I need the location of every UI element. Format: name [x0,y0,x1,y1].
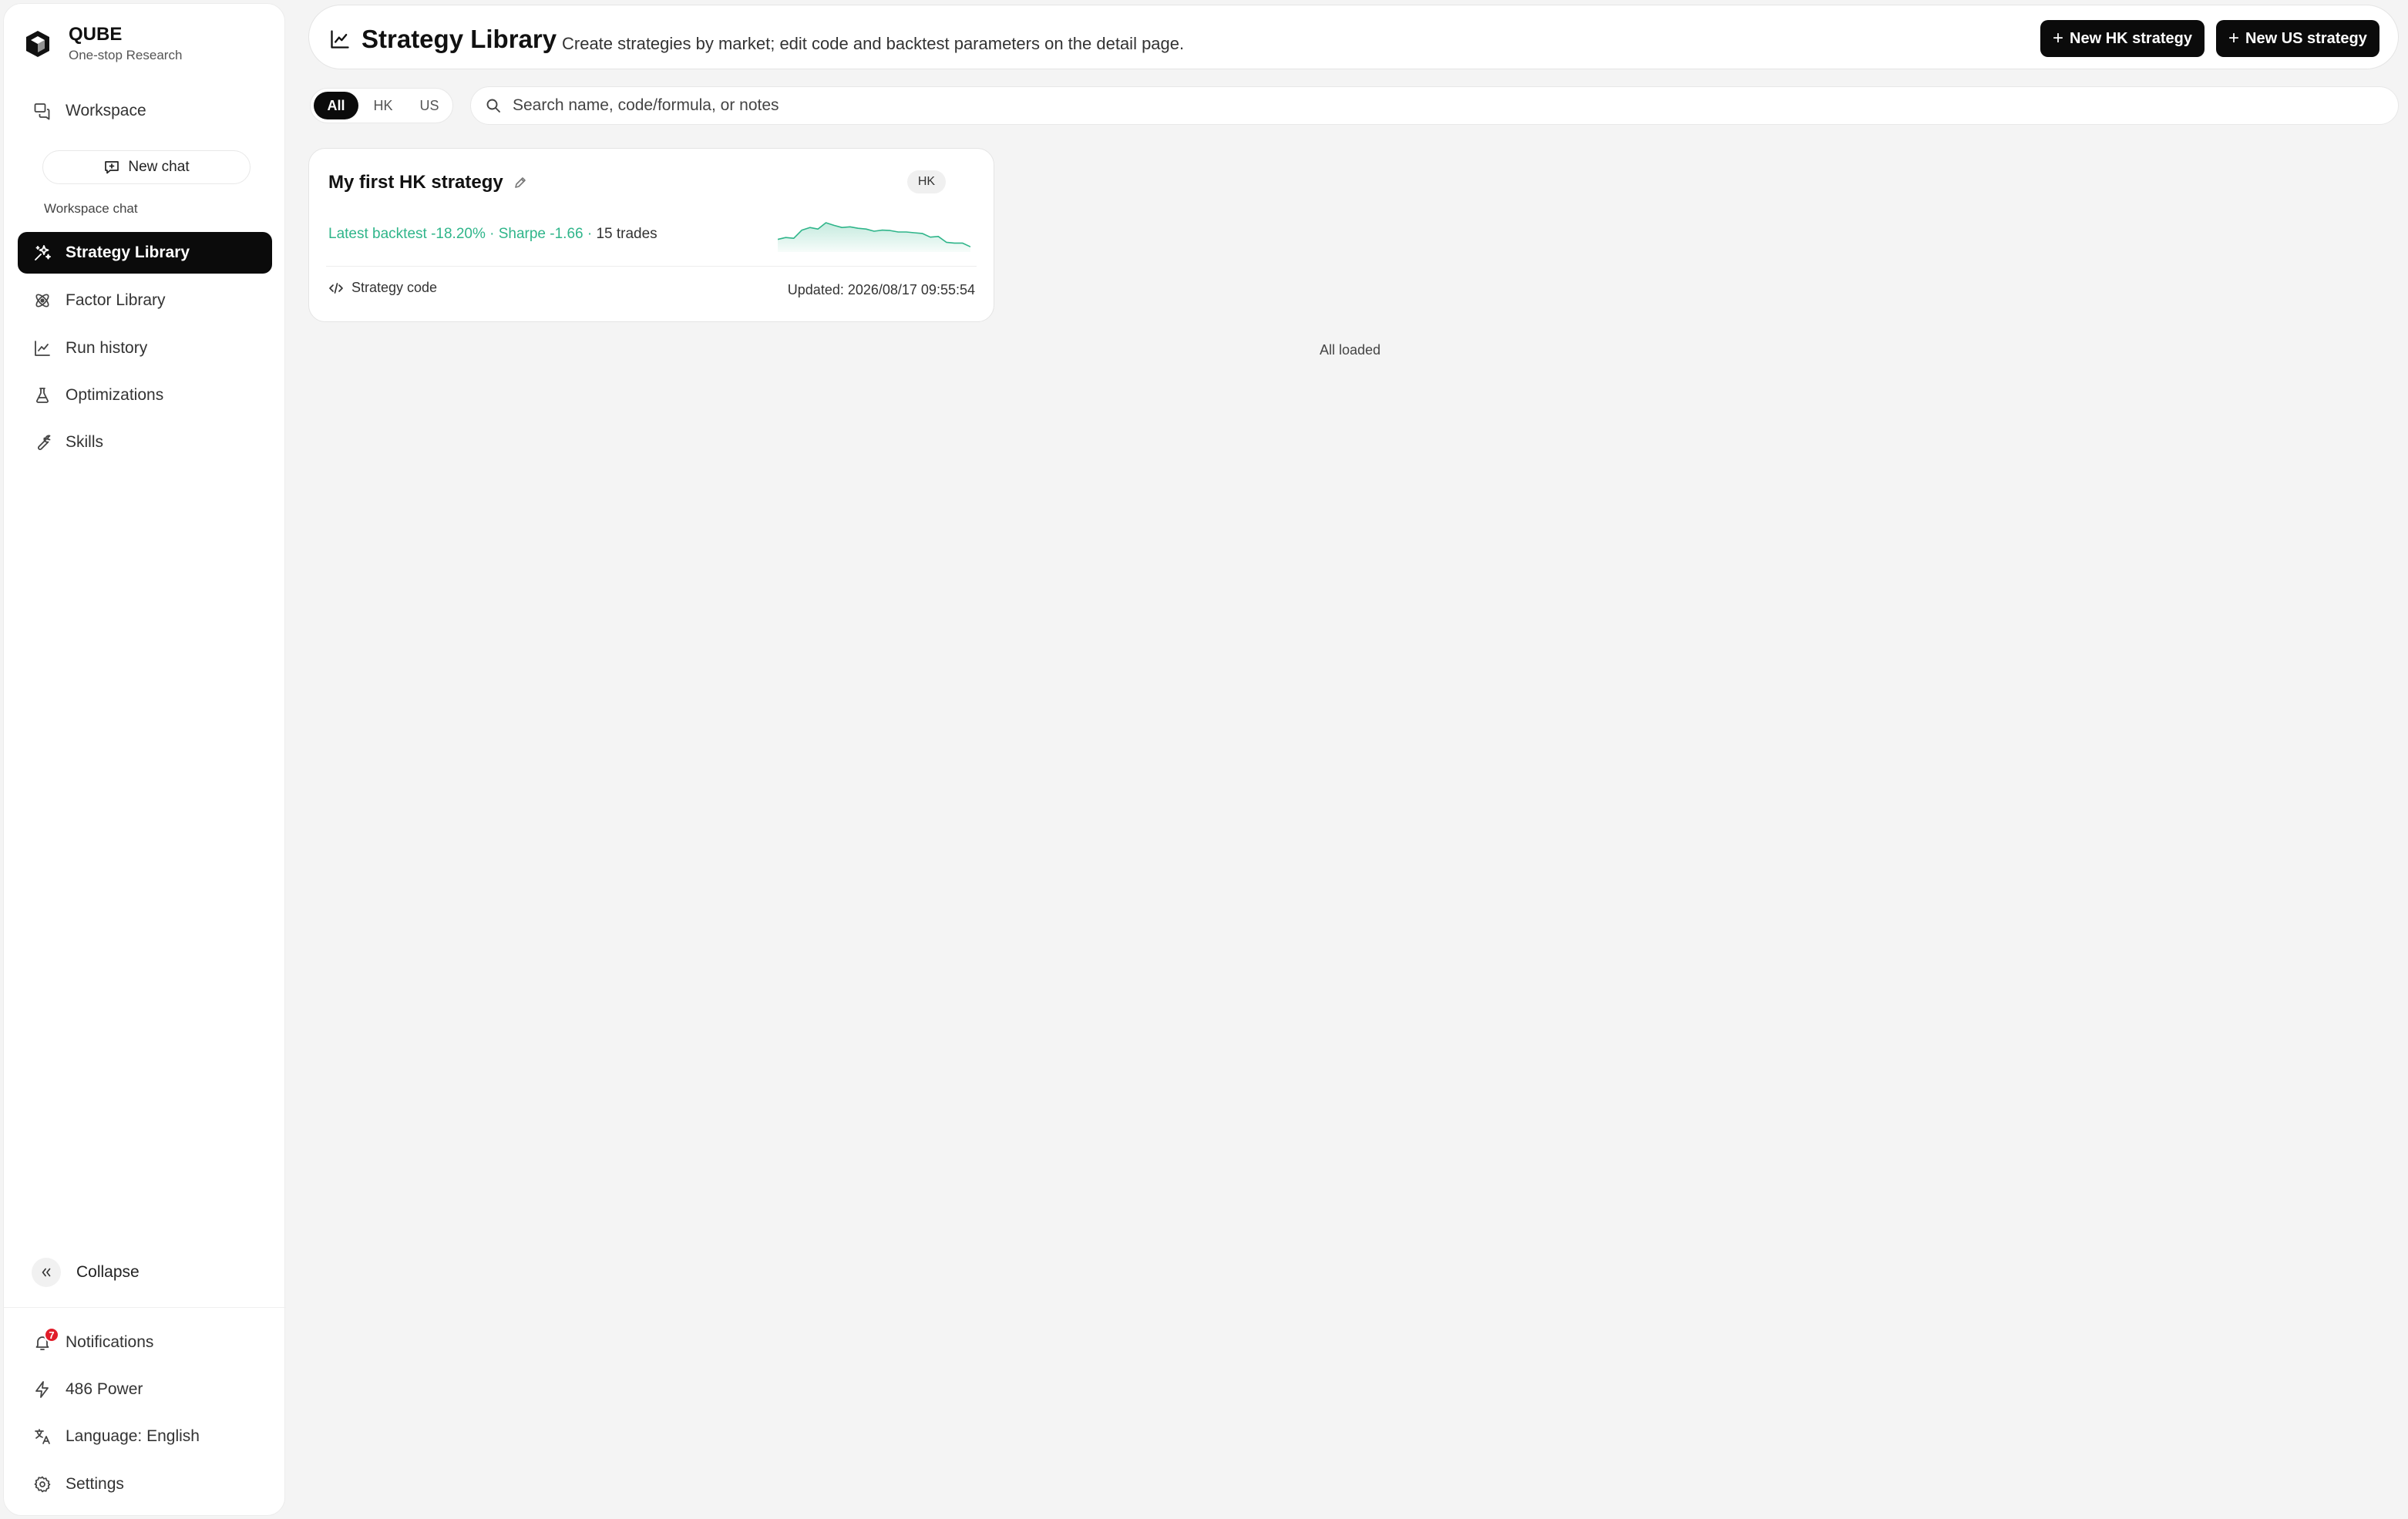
plus-icon: + [2228,28,2240,49]
updated-timestamp: Updated: 2026/08/17 09:55:54 [787,282,975,297]
chat-bubbles-icon [33,102,52,120]
sidebar-item-label: 486 Power [66,1380,143,1398]
filter-tab-hk[interactable]: HK [362,92,405,119]
filter-tab-us[interactable]: US [408,92,451,119]
sparkle-icon [33,244,52,262]
sidebar-item-label: Optimizations [66,386,164,404]
sidebar-item-notifications[interactable]: 7 Notifications [18,1322,272,1363]
atom-icon [33,291,52,310]
search-icon [485,97,502,114]
sidebar-item-label: Factor Library [66,291,166,309]
sidebar-item-label: Language: English [66,1427,200,1445]
sidebar-item-power[interactable]: 486 Power [18,1369,272,1410]
translate-icon [33,1427,52,1446]
sidebar-item-optimizations[interactable]: Optimizations [18,375,272,416]
sidebar-item-label: Skills [66,433,104,451]
sidebar-divider [4,1307,286,1308]
new-us-strategy-button[interactable]: + New US strategy [2216,20,2379,57]
gear-icon [33,1475,52,1494]
market-badge: HK [907,170,946,193]
new-hk-strategy-label: New HK strategy [2070,29,2192,47]
strategy-card[interactable]: My first HK strategy HK Latest backtest … [308,148,994,322]
sidebar-item-factor-library[interactable]: Factor Library [18,280,272,321]
line-chart-icon [33,339,52,358]
notification-count-badge: 7 [44,1327,59,1343]
bell-icon: 7 [33,1327,59,1352]
sidebar-item-language[interactable]: Language: English [18,1416,272,1457]
collapse-label: Collapse [76,1263,140,1281]
list-end-status: All loaded [1320,342,1381,358]
page-header: Strategy Library Create strategies by ma… [308,5,2399,69]
strategy-code-label: Strategy code [351,280,438,295]
strategy-name: My first HK strategy [328,172,503,193]
line-chart-icon [329,29,351,50]
new-chat-icon [103,159,120,176]
lightning-icon [33,1380,52,1399]
chevrons-left-icon [32,1258,61,1287]
sidebar-item-settings[interactable]: Settings [18,1464,272,1505]
sidebar-item-label: Run history [66,339,148,357]
wrench-icon [33,433,52,452]
cube-logo-icon [22,29,53,59]
sidebar-item-workspace[interactable]: Workspace [18,90,272,132]
card-divider [326,266,977,267]
sidebar-item-strategy-library[interactable]: Strategy Library [18,232,272,274]
strategy-code-link[interactable]: Strategy code [328,280,437,296]
backtest-summary: Latest backtest -18.20% · Sharpe -1.66 · [328,226,593,242]
strategy-title-row: My first HK strategy [328,172,528,193]
market-filter: All HK US [310,88,453,123]
sparkline-area [778,223,970,252]
sidebar-item-run-history[interactable]: Run history [18,328,272,369]
trade-count: 15 trades [592,226,657,242]
search-input[interactable] [513,96,2363,115]
sidebar-item-label: Notifications [66,1333,154,1351]
new-chat-button[interactable]: New chat [42,150,251,184]
new-us-strategy-label: New US strategy [2245,29,2367,47]
new-chat-label: New chat [128,159,190,175]
page-subtitle: Create strategies by market; edit code a… [562,34,1185,53]
flask-icon [33,386,52,405]
sidebar-item-skills[interactable]: Skills [18,422,272,463]
brand[interactable]: QUBE One-stop Research [22,21,182,67]
brand-tagline: One-stop Research [69,48,183,62]
sidebar: QUBE One-stop Research Workspace New cha… [3,3,286,1516]
equity-sparkline [778,222,970,252]
sidebar-item-label: Workspace [66,102,146,119]
sidebar-item-label: Strategy Library [66,244,190,261]
brand-name: QUBE [69,24,123,45]
filter-tab-all[interactable]: All [314,92,358,119]
code-icon [328,281,344,296]
workspace-chat-label: Workspace chat [44,201,138,216]
new-hk-strategy-button[interactable]: + New HK strategy [2040,20,2205,57]
collapse-button[interactable]: Collapse [32,1255,140,1289]
sidebar-item-label: Settings [66,1475,124,1493]
plus-icon: + [2053,28,2064,49]
page-title: Strategy Library [362,25,557,53]
search-bar [470,86,2399,125]
backtest-metrics: Latest backtest -18.20% · Sharpe -1.66 ·… [328,226,657,243]
edit-pencil-icon[interactable] [513,175,528,190]
